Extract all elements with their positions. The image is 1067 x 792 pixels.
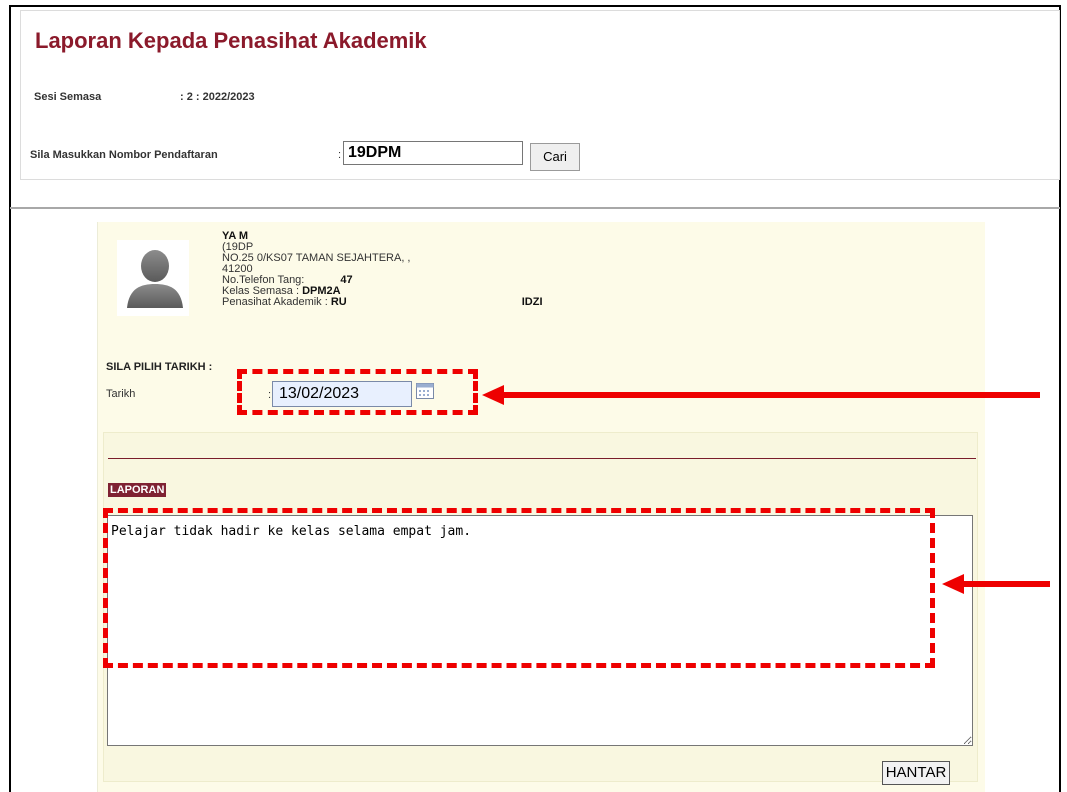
- section-divider: [10, 207, 1060, 209]
- sesi-label: Sesi Semasa: [34, 91, 102, 103]
- report-heading: LAPORAN: [108, 483, 167, 497]
- date-heading: SILA PILIH TARIKH :: [106, 361, 213, 373]
- report-highlight-box: [103, 508, 935, 668]
- date-highlight-box: [237, 369, 478, 415]
- student-advisor: Penasihat Akademik : RU IDZI: [222, 296, 543, 308]
- registration-number-input[interactable]: [343, 141, 523, 165]
- student-avatar: [117, 240, 189, 316]
- submit-button[interactable]: HANTAR: [882, 761, 950, 785]
- arrow-left-icon: [942, 574, 1050, 594]
- sesi-value: : 2 : 2022/2023: [180, 91, 255, 103]
- page-title: Laporan Kepada Penasihat Akademik: [35, 28, 427, 53]
- registration-colon: :: [338, 149, 342, 161]
- arrow-left-icon: [482, 385, 1040, 405]
- report-divider: [108, 458, 976, 459]
- search-button[interactable]: Cari: [530, 143, 580, 171]
- avatar-placeholder-icon: [127, 250, 183, 308]
- date-label: Tarikh: [106, 388, 136, 400]
- registration-label: Sila Masukkan Nombor Pendaftaran: [30, 149, 218, 161]
- frame-left-edge: [9, 5, 11, 792]
- frame-top-edge: [9, 5, 1061, 7]
